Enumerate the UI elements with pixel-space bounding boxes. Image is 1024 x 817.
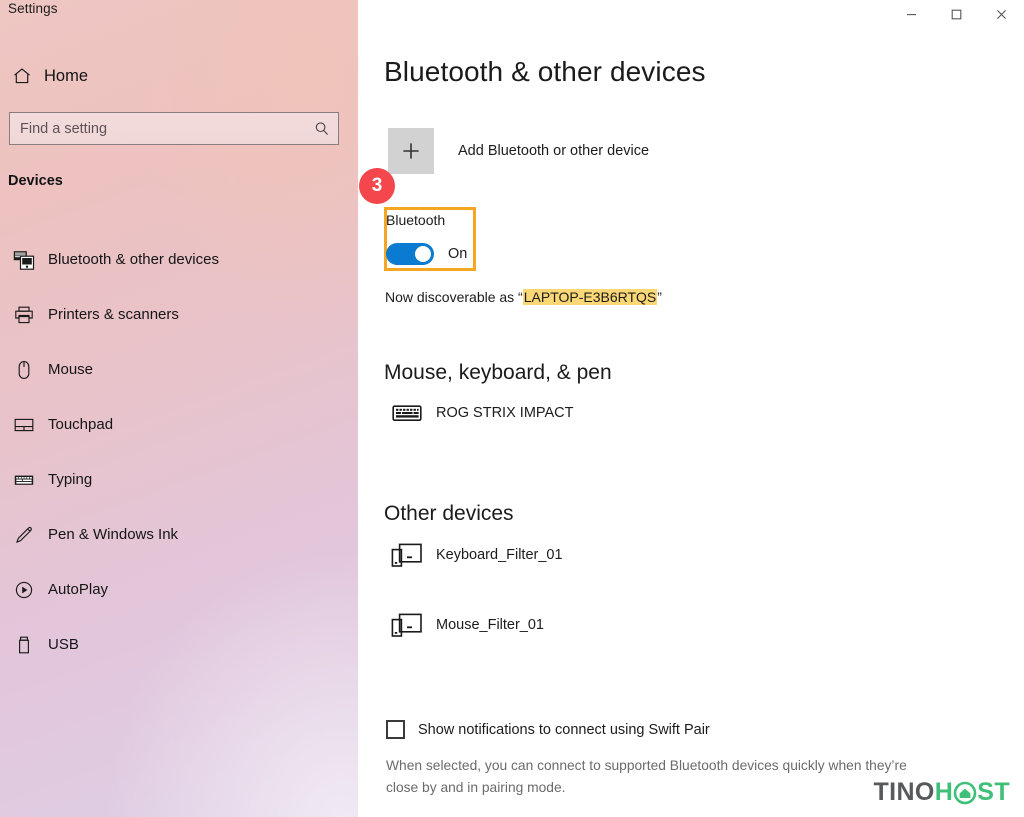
- sidebar-item-printers-scanners[interactable]: Printers & scanners: [0, 287, 358, 342]
- add-device-label: Add Bluetooth or other device: [458, 143, 650, 159]
- search-icon[interactable]: [306, 113, 338, 144]
- bluetooth-label: Bluetooth: [386, 212, 446, 228]
- keyboard-device-icon: [386, 402, 428, 424]
- minimize-icon[interactable]: [889, 0, 934, 28]
- pen-icon: [4, 525, 44, 545]
- sidebar-item-typing[interactable]: Typing: [0, 452, 358, 507]
- swift-pair-label: Show notifications to connect using Swif…: [418, 721, 710, 738]
- sidebar-item-label: Mouse: [48, 361, 94, 378]
- sidebar-item-label: Touchpad: [48, 416, 114, 433]
- sidebar-item-usb[interactable]: USB: [0, 617, 358, 672]
- sidebar-item-autoplay[interactable]: AutoPlay: [0, 562, 358, 617]
- autoplay-icon: [4, 580, 44, 600]
- device-name: Keyboard_Filter_01: [436, 547, 563, 563]
- sidebar-item-pen-windows-ink[interactable]: Pen & Windows Ink: [0, 507, 358, 562]
- bluetooth-toggle-row[interactable]: On: [386, 243, 467, 265]
- bluetooth-toggle[interactable]: [386, 243, 434, 265]
- page-title: Bluetooth & other devices: [384, 56, 706, 87]
- device-row[interactable]: ROG STRIX IMPACT: [386, 402, 574, 424]
- section-title-other-devices: Other devices: [384, 502, 514, 525]
- add-device-row[interactable]: Add Bluetooth or other device: [388, 128, 649, 174]
- device-name: ROG STRIX IMPACT: [436, 405, 574, 421]
- window-controls: [889, 0, 1024, 28]
- section-title-mouse-keyboard-pen: Mouse, keyboard, & pen: [384, 361, 612, 384]
- printer-icon: [4, 305, 44, 325]
- mouse-icon: [4, 360, 44, 380]
- search-input[interactable]: [10, 113, 306, 144]
- discoverable-device-name: LAPTOP-E3B6RTQS: [522, 289, 658, 305]
- discoverable-suffix: ”: [657, 289, 662, 305]
- generic-device-icon: [386, 612, 428, 638]
- settings-window: Settings Home Devices: [0, 0, 1024, 817]
- sidebar-item-label: AutoPlay: [48, 581, 109, 598]
- usb-icon: [4, 635, 44, 655]
- device-row[interactable]: Keyboard_Filter_01: [386, 542, 563, 568]
- device-name: Mouse_Filter_01: [436, 617, 544, 633]
- plus-icon[interactable]: [388, 128, 434, 174]
- window-title: Settings: [8, 1, 58, 16]
- sidebar-home-label: Home: [44, 66, 89, 85]
- sidebar-item-label: Typing: [48, 471, 93, 488]
- maximize-icon[interactable]: [934, 0, 979, 28]
- sidebar-item-label: USB: [48, 636, 79, 653]
- sidebar-item-touchpad[interactable]: Touchpad: [0, 397, 358, 452]
- close-icon[interactable]: [979, 0, 1024, 28]
- discoverable-prefix: Now discoverable as “: [385, 289, 523, 305]
- step-badge: 3: [359, 168, 395, 204]
- watermark-h: H: [934, 778, 954, 806]
- sidebar-section-header: Devices: [8, 173, 63, 189]
- toggle-knob: [415, 246, 431, 262]
- sidebar-item-label: Printers & scanners: [48, 306, 179, 323]
- house-in-circle-icon: [953, 781, 977, 805]
- search-box[interactable]: [9, 112, 339, 145]
- sidebar-item-home[interactable]: Home: [0, 58, 358, 94]
- bluetooth-devices-icon: [4, 250, 44, 270]
- sidebar-item-mouse[interactable]: Mouse: [0, 342, 358, 397]
- watermark-st: ST: [977, 778, 1010, 806]
- main-content: Bluetooth & other devices Add Bluetooth …: [358, 0, 1024, 817]
- home-icon: [0, 66, 44, 86]
- sidebar-nav: Bluetooth & other devices Printers & sca…: [0, 232, 358, 672]
- keyboard-icon: [4, 470, 44, 490]
- device-row[interactable]: Mouse_Filter_01: [386, 612, 544, 638]
- sidebar: Settings Home Devices: [0, 0, 358, 817]
- watermark-tino: TINO: [873, 778, 935, 806]
- swift-pair-row[interactable]: Show notifications to connect using Swif…: [386, 720, 710, 739]
- touchpad-icon: [4, 415, 44, 435]
- sidebar-item-label: Bluetooth & other devices: [48, 251, 219, 268]
- swift-pair-description: When selected, you can connect to suppor…: [386, 758, 907, 795]
- tinohost-watermark: TINO H ST: [873, 778, 1010, 807]
- swift-pair-checkbox[interactable]: [386, 720, 405, 739]
- sidebar-item-bluetooth-other-devices[interactable]: Bluetooth & other devices: [0, 232, 358, 287]
- generic-device-icon: [386, 542, 428, 568]
- discoverable-text: Now discoverable as “LAPTOP-E3B6RTQS”: [385, 289, 662, 305]
- sidebar-item-label: Pen & Windows Ink: [48, 526, 179, 543]
- bluetooth-toggle-state: On: [448, 246, 468, 262]
